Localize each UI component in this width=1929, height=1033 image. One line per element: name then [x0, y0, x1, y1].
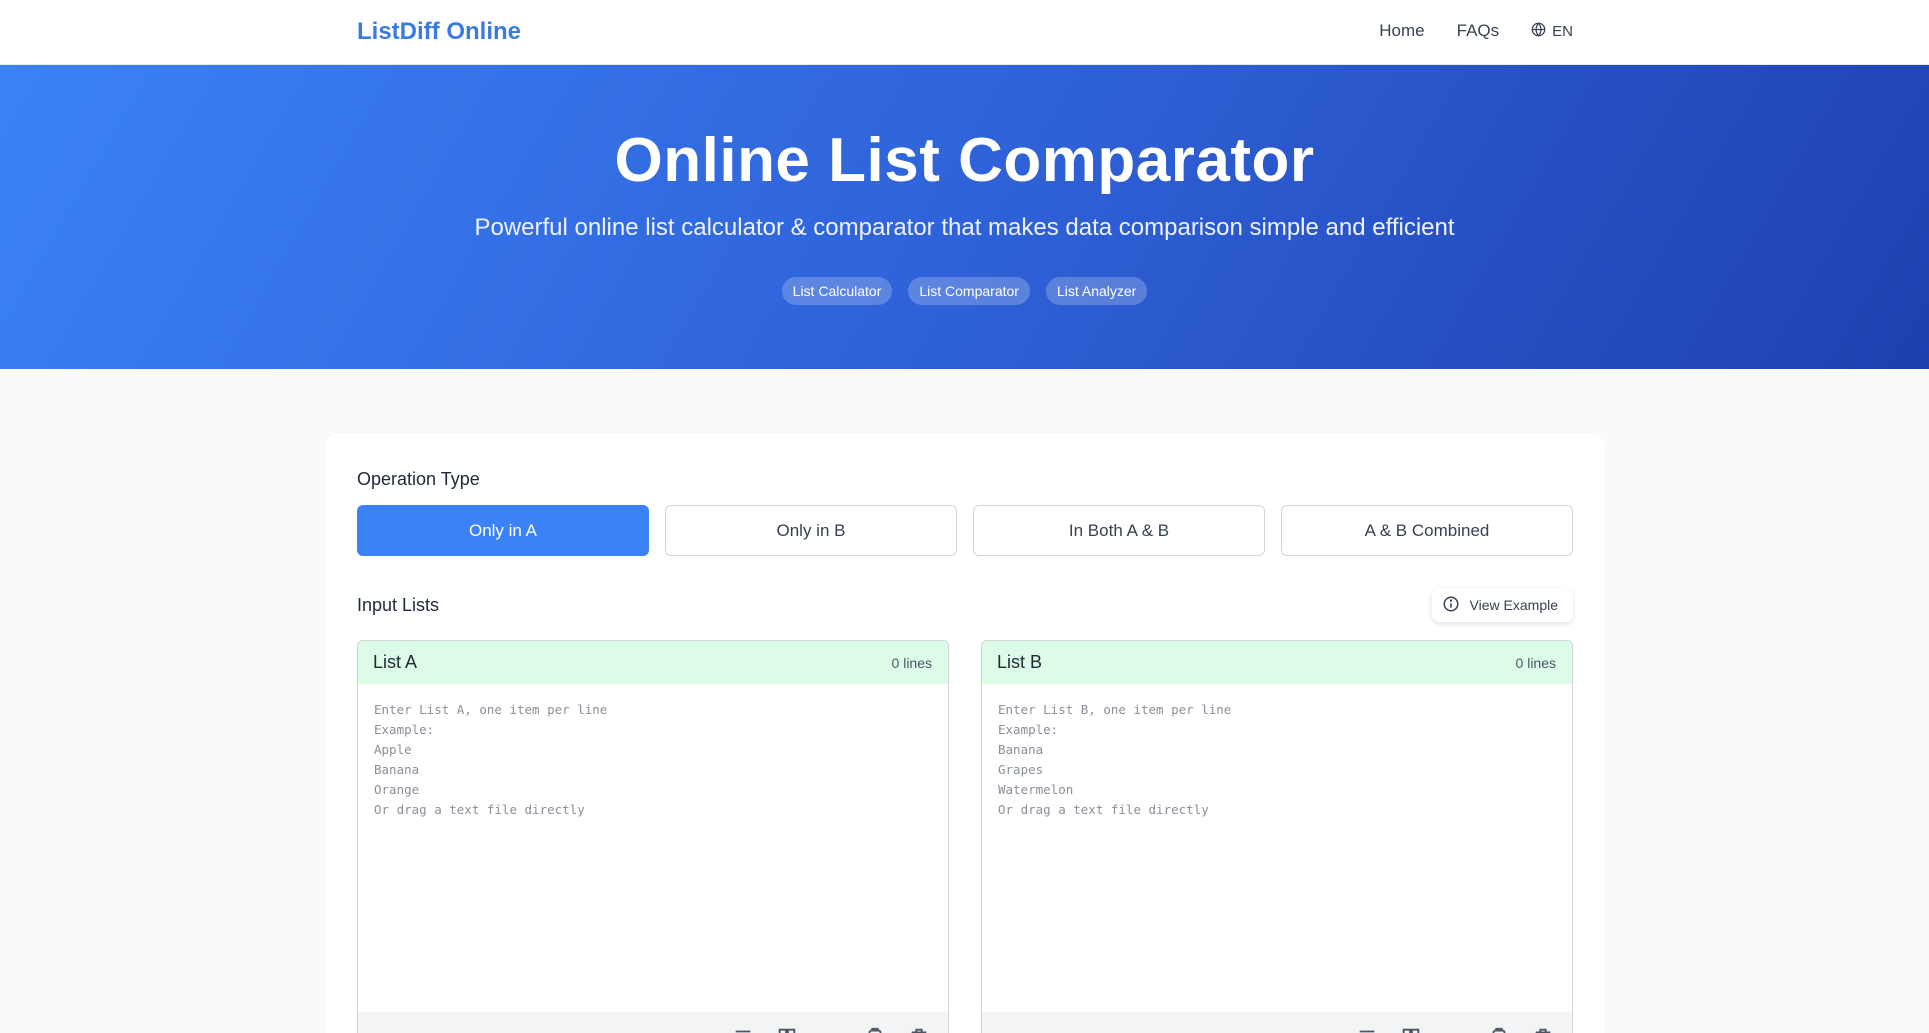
- list-b-header: List B 0 lines: [982, 641, 1572, 684]
- op-only-in-a-button[interactable]: Only in A: [357, 505, 649, 556]
- hero-subtitle: Powerful online list calculator & compar…: [474, 214, 1455, 241]
- list-a-title: List A: [373, 652, 418, 672]
- list-a-toolbar: [358, 1012, 948, 1033]
- clear-icon[interactable]: [908, 1026, 930, 1033]
- clear-icon[interactable]: [1532, 1026, 1554, 1033]
- op-only-in-b-button[interactable]: Only in B: [665, 505, 957, 556]
- main-nav: Home FAQs EN: [1379, 21, 1573, 41]
- list-a-header: List A 0 lines: [358, 641, 948, 684]
- operation-type-group: Only in A Only in B In Both A & B A & B …: [357, 505, 1573, 556]
- nav-faqs-link[interactable]: FAQs: [1457, 21, 1500, 41]
- view-example-button[interactable]: View Example: [1431, 588, 1573, 622]
- language-label: EN: [1552, 22, 1573, 40]
- operation-type-label: Operation Type: [357, 469, 480, 489]
- dedupe-icon[interactable]: [776, 1026, 798, 1033]
- tag-list-analyzer: List Analyzer: [1045, 277, 1148, 305]
- op-combined-button[interactable]: A & B Combined: [1281, 505, 1573, 556]
- dedupe-icon[interactable]: [1400, 1026, 1422, 1033]
- info-icon: [1442, 595, 1460, 616]
- input-lists-label: Input Lists: [357, 595, 440, 615]
- comparator-card: Operation Type Only in A Only in B In Bo…: [325, 433, 1605, 1033]
- trim-icon[interactable]: [1444, 1026, 1466, 1033]
- list-b-textarea[interactable]: [982, 684, 1572, 1004]
- tag-list-calculator: List Calculator: [781, 277, 893, 305]
- list-a-line-count: 0 lines: [891, 654, 932, 671]
- list-b-line-count: 0 lines: [1515, 654, 1556, 671]
- globe-icon: [1531, 21, 1546, 41]
- list-a-textarea[interactable]: [358, 684, 948, 1004]
- op-in-both-button[interactable]: In Both A & B: [973, 505, 1265, 556]
- list-b-toolbar: [982, 1012, 1572, 1033]
- hero-banner: Online List Comparator Powerful online l…: [0, 65, 1929, 369]
- hero-title: Online List Comparator: [614, 126, 1315, 195]
- hero-tags: List Calculator List Comparator List Ana…: [0, 277, 1929, 305]
- list-b-panel: List B 0 lines: [981, 640, 1573, 1033]
- sort-icon[interactable]: [732, 1026, 754, 1033]
- nav-home-link[interactable]: Home: [1379, 21, 1424, 41]
- top-navbar: ListDiff Online Home FAQs EN: [0, 0, 1929, 65]
- copy-icon[interactable]: [1488, 1026, 1510, 1033]
- trim-icon[interactable]: [820, 1026, 842, 1033]
- sort-icon[interactable]: [1356, 1026, 1378, 1033]
- language-selector[interactable]: EN: [1531, 21, 1573, 41]
- view-example-label: View Example: [1469, 597, 1558, 613]
- brand-logo[interactable]: ListDiff Online: [357, 18, 521, 46]
- copy-icon[interactable]: [864, 1026, 886, 1033]
- list-a-panel: List A 0 lines: [357, 640, 949, 1033]
- tag-list-comparator: List Comparator: [908, 277, 1030, 305]
- list-b-title: List B: [997, 652, 1043, 672]
